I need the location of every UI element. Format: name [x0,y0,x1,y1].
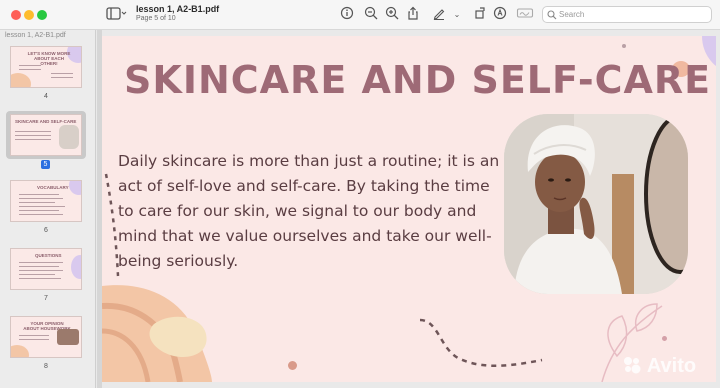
window-toolbar: lesson 1, A2-B1.pdf Page 5 of 10 ⌄ Searc… [0,0,720,30]
watermark-text: Avito [646,355,697,377]
thumbnail-heading: LET'S KNOW MORE ABOUT EACH OTHER! [27,51,71,66]
thumbnail-text-line [51,73,73,74]
thumbnail-heading: VOCABULARY [37,185,69,190]
thumbnail-decoration [71,255,81,279]
markup-pen-icon[interactable] [432,6,446,23]
thumbnail-text-line [19,278,61,279]
thumbnail-page-6[interactable]: VOCABULARY [10,180,82,222]
thumbnail-text-line [19,266,59,267]
thumbnail-text-line [19,274,55,275]
thumbnail-page-5[interactable]: SKINCARE AND SELF-CARE [10,114,82,156]
thumbnail-page-number: 4 [44,93,48,100]
annotate-icon[interactable] [493,6,507,23]
thumbnail-page-8[interactable]: YOUR OPINION ABOUT HOUSEWORK [10,316,82,358]
sidebar-toggle-icon[interactable] [105,6,127,23]
thumbnail-heading: QUESTIONS [35,253,62,258]
avito-watermark: Avito [622,352,696,378]
zoom-window-button[interactable] [37,10,47,20]
page-indicator: Page 5 of 10 [136,15,176,22]
chevron-down-icon[interactable]: ⌄ [452,6,462,23]
minimize-window-button[interactable] [24,10,34,20]
thumbnail-decoration [11,73,31,87]
thumbnail-text-line [19,214,63,215]
rotate-icon[interactable] [473,6,487,23]
woman-skincare-photo [504,114,688,294]
thumbnail-text-line [19,69,41,70]
search-placeholder: Search [559,10,585,19]
pdf-page-slide: SKINCARE AND SELF-CARE Daily skincare is… [102,36,716,382]
slide-title: SKINCARE AND SELF-CARE [124,58,712,102]
thumbnail-page-4[interactable]: LET'S KNOW MORE ABOUT EACH OTHER! [10,46,82,88]
thumbnail-text-line [19,206,65,207]
thumbnail-text-line [19,210,59,211]
thumbnail-text-line [15,135,51,136]
close-window-button[interactable] [11,10,21,20]
info-icon[interactable] [340,6,354,23]
zoom-in-icon[interactable] [385,6,399,23]
thumbnail-text-line [19,262,63,263]
thumbnail-text-line [51,77,73,78]
document-title: lesson 1, A2-B1.pdf [136,4,220,14]
avito-logo-icon [622,355,642,375]
thumbnail-text-line [15,139,51,140]
thumbnail-decoration [69,181,81,195]
sidebar-document-title: lesson 1, A2-B1.pdf [5,32,66,39]
search-input[interactable]: Search [542,6,712,23]
thumbnail-text-line [15,131,51,132]
thumbnail-sidebar: lesson 1, A2-B1.pdf LET'S KNOW MORE ABOU… [0,30,96,388]
zoom-out-icon[interactable] [364,6,378,23]
thumbnail-photo [59,125,79,149]
thumbnail-page-7[interactable]: QUESTIONS [10,248,82,290]
thumbnail-text-line [19,339,49,340]
thumbnail-page-number: 7 [44,295,48,302]
slide-body-text: Daily skincare is more than just a routi… [118,152,500,270]
thumbnail-text-line [19,198,63,199]
thumbnail-text-line [19,65,41,66]
thumbnail-text-line [19,202,55,203]
thumbnail-text-line [19,335,49,336]
selected-page-number: 5 [41,160,50,169]
thumbnail-text-line [19,270,63,271]
search-icon [547,10,557,20]
thumbnail-heading: SKINCARE AND SELF-CARE [15,119,77,124]
share-icon[interactable] [406,6,420,23]
thumbnail-photo [57,329,79,345]
thumbnail-decoration [11,345,29,357]
thumbnail-text-line [19,194,59,195]
thumbnail-page-number: 6 [44,227,48,234]
form-fill-icon[interactable] [516,6,534,23]
thumbnail-page-number: 8 [44,363,48,370]
